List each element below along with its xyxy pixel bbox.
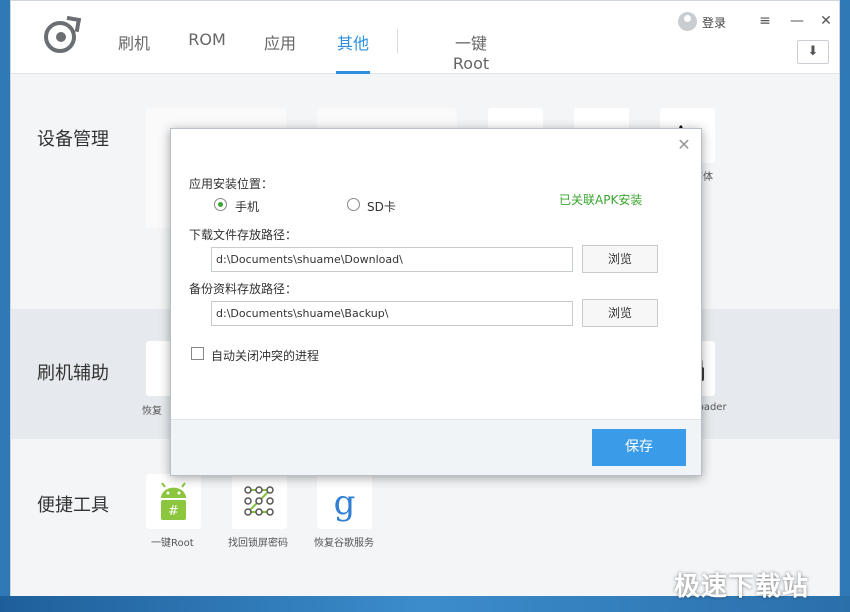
radio-sd-card-label[interactable]: SD卡: [367, 198, 396, 215]
find-lock-password-tile[interactable]: [232, 474, 287, 529]
minimize-icon[interactable]: —: [788, 13, 806, 29]
tab-flash[interactable]: 刷机: [118, 30, 150, 74]
svg-text:#: #: [168, 504, 179, 519]
backup-path-input[interactable]: [211, 301, 573, 326]
svg-text:g: g: [334, 483, 356, 523]
app-logo-icon: [44, 21, 76, 53]
backup-path-label: 备份资料存放路径：: [189, 282, 298, 296]
watermark: 极速下载站: [674, 572, 810, 602]
tab-rom[interactable]: ROM: [187, 30, 227, 74]
auto-close-label[interactable]: 自动关闭冲突的进程: [211, 347, 319, 364]
app-window: 刷机 ROM 应用 其他 一键Root 登录 ≡ — ✕ ⬇ 设备管理 Aa 字…: [10, 0, 840, 598]
browse-download-button[interactable]: 浏览: [582, 245, 658, 273]
save-button[interactable]: 保存: [592, 429, 686, 466]
login-link[interactable]: 登录: [702, 14, 726, 31]
browse-backup-button[interactable]: 浏览: [582, 299, 658, 327]
auto-close-checkbox[interactable]: [191, 347, 204, 360]
google-g-icon: g: [334, 483, 356, 523]
top-navigation: 刷机 ROM 应用 其他 一键Root 登录 ≡ — ✕ ⬇: [11, 1, 839, 74]
tab-one-click-root[interactable]: 一键Root: [437, 30, 505, 74]
download-manager-button[interactable]: ⬇: [797, 40, 829, 64]
section-title-quick-tools: 便捷工具: [37, 495, 109, 516]
pattern-lock-icon: [244, 486, 274, 516]
download-path-label: 下载文件存放路径：: [189, 228, 298, 242]
settings-dialog: ✕ 应用安装位置： 手机 SD卡 已关联APK安装 下载文件存放路径： 浏览 备…: [170, 128, 702, 476]
radio-sd-card[interactable]: [347, 198, 360, 211]
tab-divider: [397, 29, 398, 53]
dialog-footer: 保存: [171, 419, 701, 475]
section-title-device: 设备管理: [37, 129, 109, 150]
radio-phone-label[interactable]: 手机: [235, 198, 259, 215]
tab-apps[interactable]: 应用: [264, 30, 296, 74]
menu-icon[interactable]: ≡: [756, 13, 774, 29]
tab-other[interactable]: 其他: [336, 30, 370, 74]
dialog-close-icon[interactable]: ✕: [675, 135, 693, 154]
one-click-root-tile[interactable]: #: [146, 474, 201, 529]
section-title-flash-assist: 刷机辅助: [37, 363, 109, 384]
android-root-icon: #: [161, 482, 186, 520]
tool-label-google: 恢复谷歌服务: [314, 538, 374, 549]
download-path-input[interactable]: [211, 247, 573, 272]
user-avatar-icon[interactable]: [678, 12, 697, 31]
close-icon[interactable]: ✕: [817, 13, 835, 29]
restore-google-tile[interactable]: g: [317, 474, 372, 529]
tool-label-root: 一键Root: [151, 538, 194, 549]
install-location-label: 应用安装位置：: [189, 177, 274, 191]
tile-label-recovery: 恢复: [142, 406, 162, 417]
tool-label-lock-password: 找回锁屏密码: [228, 538, 288, 549]
radio-phone[interactable]: [214, 198, 227, 211]
apk-association-link[interactable]: 已关联APK安装: [559, 191, 642, 208]
